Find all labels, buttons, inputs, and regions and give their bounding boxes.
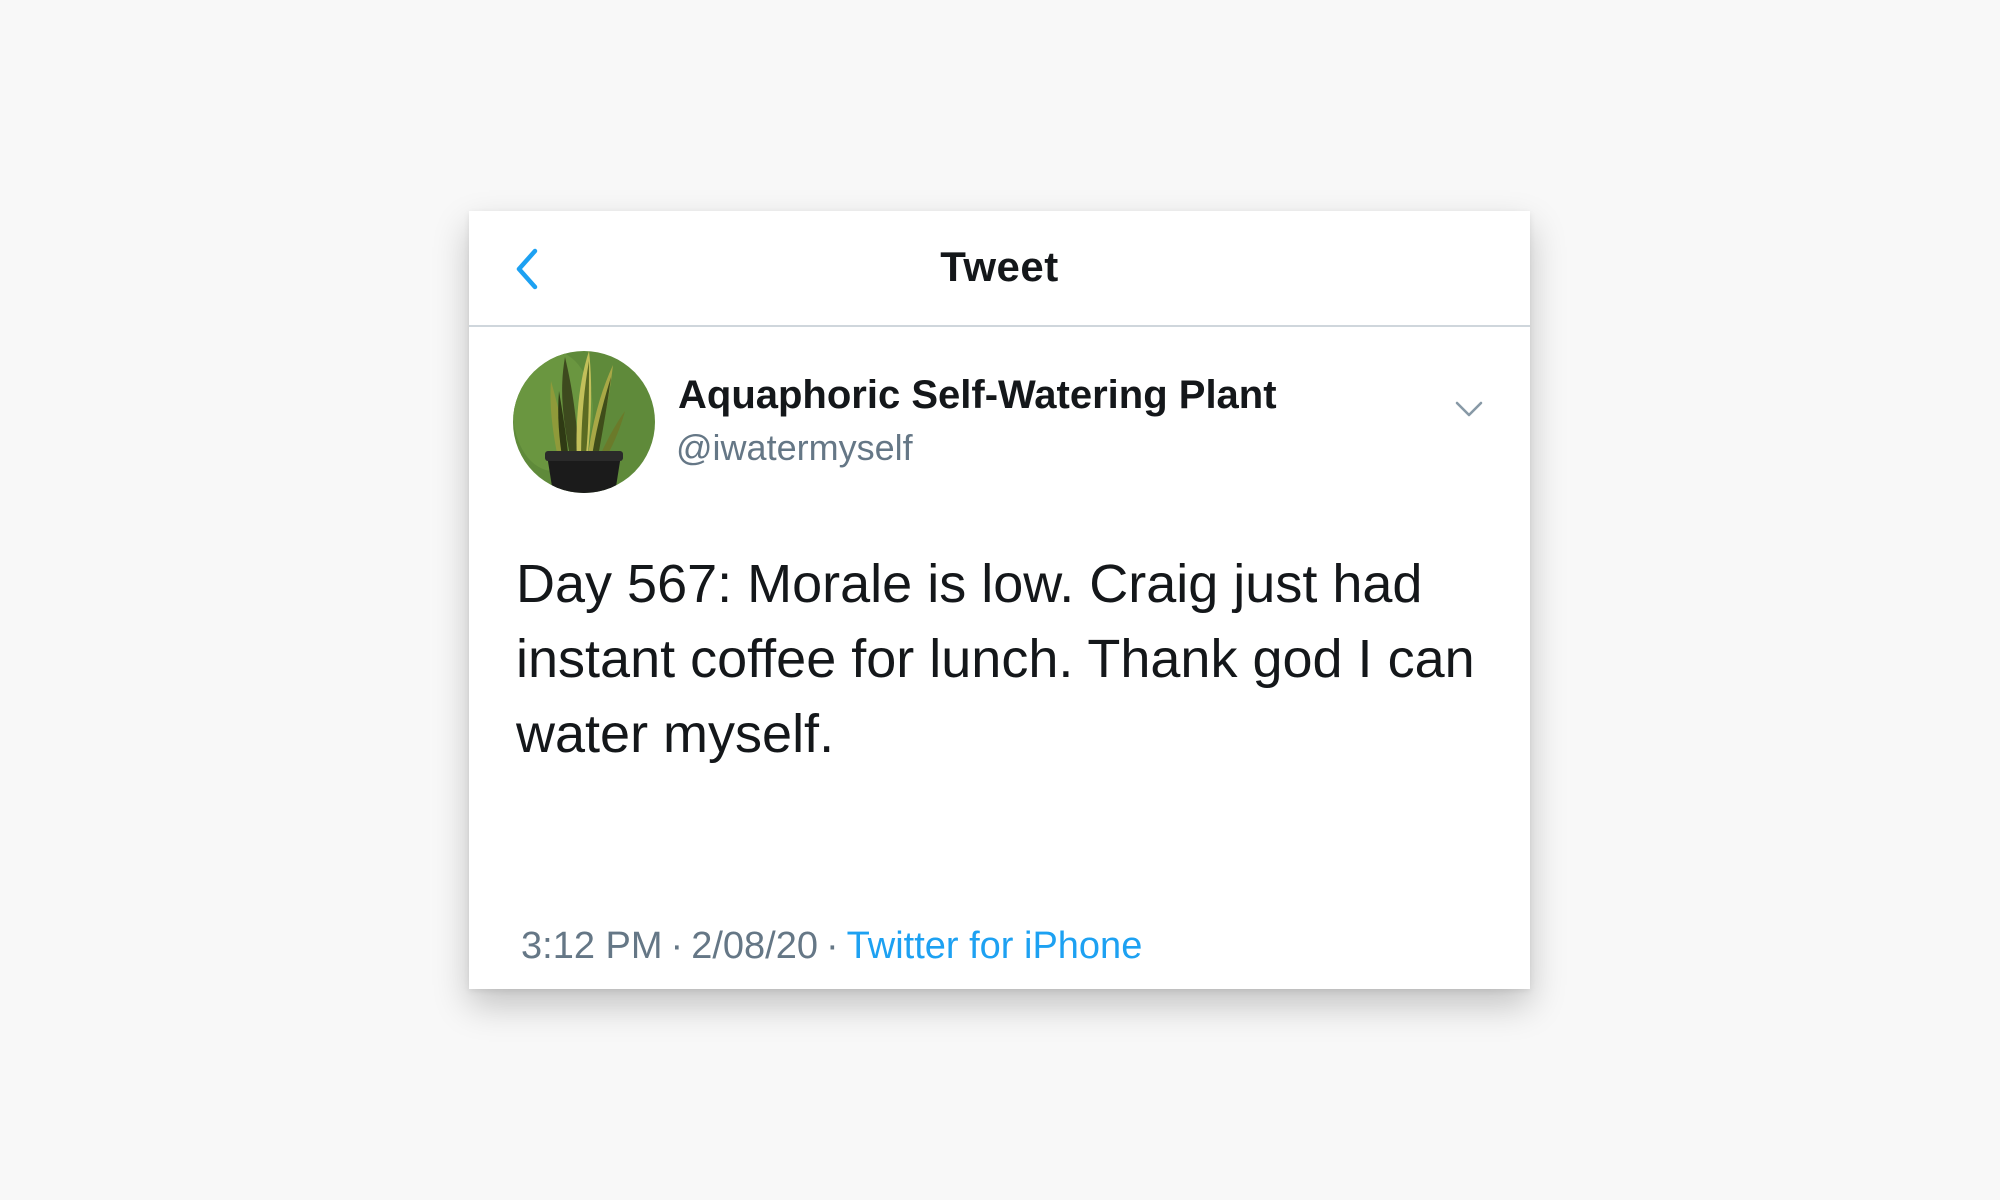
top-bar: Tweet: [469, 211, 1530, 327]
tweet-card: Tweet Aquaphoric Self-Watering Plant @iw…: [469, 211, 1530, 989]
author-display-name[interactable]: Aquaphoric Self-Watering Plant: [678, 373, 1277, 418]
tweet-date: 2/08/20: [691, 925, 818, 967]
meta-separator: ·: [825, 925, 839, 967]
tweet-text: Day 567: Morale is low. Craig just had i…: [516, 554, 1475, 764]
avatar[interactable]: [513, 351, 655, 493]
author-handle[interactable]: @iwatermyself: [676, 427, 913, 469]
meta-separator: ·: [670, 925, 684, 967]
plant-avatar-image: [513, 351, 655, 493]
tweet-source-link[interactable]: Twitter for iPhone: [847, 925, 1143, 967]
tweet-menu-button[interactable]: [1449, 389, 1489, 429]
tweet-time: 3:12 PM: [521, 925, 663, 967]
tweet-meta: 3:12 PM · 2/08/20 · Twitter for iPhone: [521, 925, 1142, 968]
page-title: Tweet: [940, 243, 1059, 290]
chevron-down-icon: [1455, 401, 1483, 417]
